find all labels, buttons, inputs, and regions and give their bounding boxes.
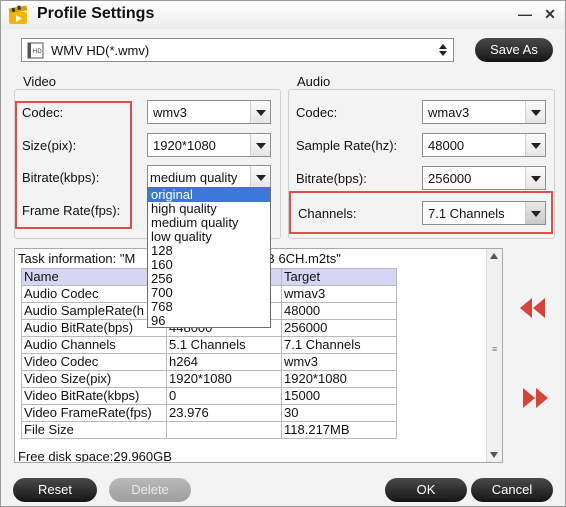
column-header-name: Name (21, 268, 167, 286)
svg-text:HD: HD (33, 49, 42, 55)
cell: 1920*1080 (166, 370, 282, 388)
audio-group-title: Audio (295, 74, 333, 89)
dropdown-option[interactable]: low quality (148, 230, 270, 244)
profile-select[interactable]: HD WMV HD(*.wmv) (21, 38, 454, 62)
app-logo-icon (8, 5, 28, 24)
cell: Video FrameRate(fps) (21, 404, 167, 422)
cell: 256000 (281, 319, 397, 337)
chevron-down-icon[interactable] (525, 167, 545, 189)
cell: 118.217MB (281, 421, 397, 439)
audio-channels-select[interactable]: 7.1 Channels (422, 201, 546, 225)
chevron-down-icon[interactable] (250, 101, 270, 123)
table-row: Video Codec h264 wmv3 (21, 353, 397, 371)
cell: 30 (281, 404, 397, 422)
dropdown-option[interactable]: 96 (148, 314, 270, 328)
cell: 5.1 Channels (166, 336, 282, 354)
video-file-icon: HD (27, 42, 44, 59)
profile-value: WMV HD(*.wmv) (51, 43, 150, 58)
chevron-down-icon[interactable] (525, 134, 545, 156)
cell: 7.1 Channels (281, 336, 397, 354)
video-codec-select[interactable]: wmv3 (147, 100, 271, 124)
chevron-down-icon[interactable] (525, 202, 545, 224)
cell (166, 421, 282, 439)
chevron-down-icon[interactable] (250, 134, 270, 156)
dropdown-option[interactable]: 160 (148, 258, 270, 272)
audio-codec-label: Codec: (296, 105, 338, 120)
minimize-button[interactable]: — (517, 6, 533, 22)
audio-bitrate-label: Bitrate(bps): (296, 171, 367, 186)
cell: Video BitRate(kbps) (21, 387, 167, 405)
audio-codec-value: wmav3 (428, 105, 470, 120)
next-arrow-icon[interactable] (520, 387, 550, 409)
audio-codec-select[interactable]: wmav3 (422, 100, 546, 124)
chevron-down-icon[interactable] (250, 166, 270, 188)
table-row: Video BitRate(kbps) 0 15000 (21, 387, 397, 405)
profile-settings-window: Profile Settings — ✕ HD WMV HD(*.wmv) Sa… (0, 0, 566, 507)
cell: Video Codec (21, 353, 167, 371)
dropdown-option[interactable]: original (148, 188, 270, 202)
close-button[interactable]: ✕ (542, 6, 558, 22)
cell: 23.976 (166, 404, 282, 422)
dropdown-option[interactable]: high quality (148, 202, 270, 216)
table-row: Audio Channels 5.1 Channels 7.1 Channels (21, 336, 397, 354)
chevron-down-icon[interactable] (525, 101, 545, 123)
video-size-value: 1920*1080 (153, 138, 216, 153)
table-row: Video Size(pix) 1920*1080 1920*1080 (21, 370, 397, 388)
dropdown-option[interactable]: 700 (148, 286, 270, 300)
delete-button[interactable]: Delete (109, 478, 191, 502)
cancel-button[interactable]: Cancel (471, 478, 553, 502)
cell: Audio BitRate(bps) (21, 319, 167, 337)
cell: Audio Codec (21, 285, 167, 303)
audio-bitrate-select[interactable]: 256000 (422, 166, 546, 190)
table-row: File Size 118.217MB (21, 421, 397, 439)
audio-samplerate-select[interactable]: 48000 (422, 133, 546, 157)
dropdown-option[interactable]: medium quality (148, 216, 270, 230)
scroll-up-icon[interactable] (489, 252, 499, 260)
cell: Audio SampleRate(h (21, 302, 167, 320)
scroll-down-icon[interactable] (489, 451, 499, 459)
video-bitrate-select[interactable]: medium quality (147, 165, 271, 189)
dropdown-option[interactable]: 768 (148, 300, 270, 314)
video-codec-label: Codec: (22, 105, 64, 120)
cell: h264 (166, 353, 282, 371)
audio-samplerate-label: Sample Rate(hz): (296, 138, 398, 153)
task-info-prefix: Task information: "M (18, 251, 136, 266)
cell: 48000 (281, 302, 397, 320)
cell: Video Size(pix) (21, 370, 167, 388)
dropdown-option[interactable]: 128 (148, 244, 270, 258)
title-bar: Profile Settings — ✕ (1, 1, 565, 29)
ok-button[interactable]: OK (385, 478, 467, 502)
audio-channels-value: 7.1 Channels (428, 206, 505, 221)
previous-arrow-icon[interactable] (518, 297, 548, 319)
cell: wmav3 (281, 285, 397, 303)
video-framerate-label: Frame Rate(fps): (22, 203, 121, 218)
dropdown-option[interactable]: 256 (148, 272, 270, 286)
cell: wmv3 (281, 353, 397, 371)
video-size-label: Size(pix): (22, 138, 77, 153)
audio-bitrate-value: 256000 (428, 171, 472, 186)
video-group-title: Video (21, 74, 59, 89)
video-bitrate-label: Bitrate(kbps): (22, 170, 100, 185)
vertical-scrollbar[interactable]: ≡ (486, 249, 502, 462)
free-disk-space: Free disk space:29.960GB (18, 449, 172, 463)
cell: 0 (166, 387, 282, 405)
audio-samplerate-value: 48000 (428, 138, 465, 153)
save-as-button[interactable]: Save As (475, 38, 553, 62)
cell: 15000 (281, 387, 397, 405)
cell: File Size (21, 421, 167, 439)
video-size-select[interactable]: 1920*1080 (147, 133, 271, 157)
column-header-target: Target (281, 268, 397, 286)
bitrate-dropdown-list[interactable]: original high quality medium quality low… (147, 187, 271, 328)
cell: 1920*1080 (281, 370, 397, 388)
reset-button[interactable]: Reset (13, 478, 97, 502)
spin-arrows-icon[interactable] (438, 43, 448, 57)
window-title: Profile Settings (37, 5, 155, 22)
video-codec-value: wmv3 (153, 105, 187, 120)
scroll-grip-icon[interactable]: ≡ (492, 344, 497, 354)
table-row: Video FrameRate(fps) 23.976 30 (21, 404, 397, 422)
audio-channels-label: Channels: (298, 206, 357, 221)
video-bitrate-value: medium quality (150, 170, 238, 185)
cell: Audio Channels (21, 336, 167, 354)
